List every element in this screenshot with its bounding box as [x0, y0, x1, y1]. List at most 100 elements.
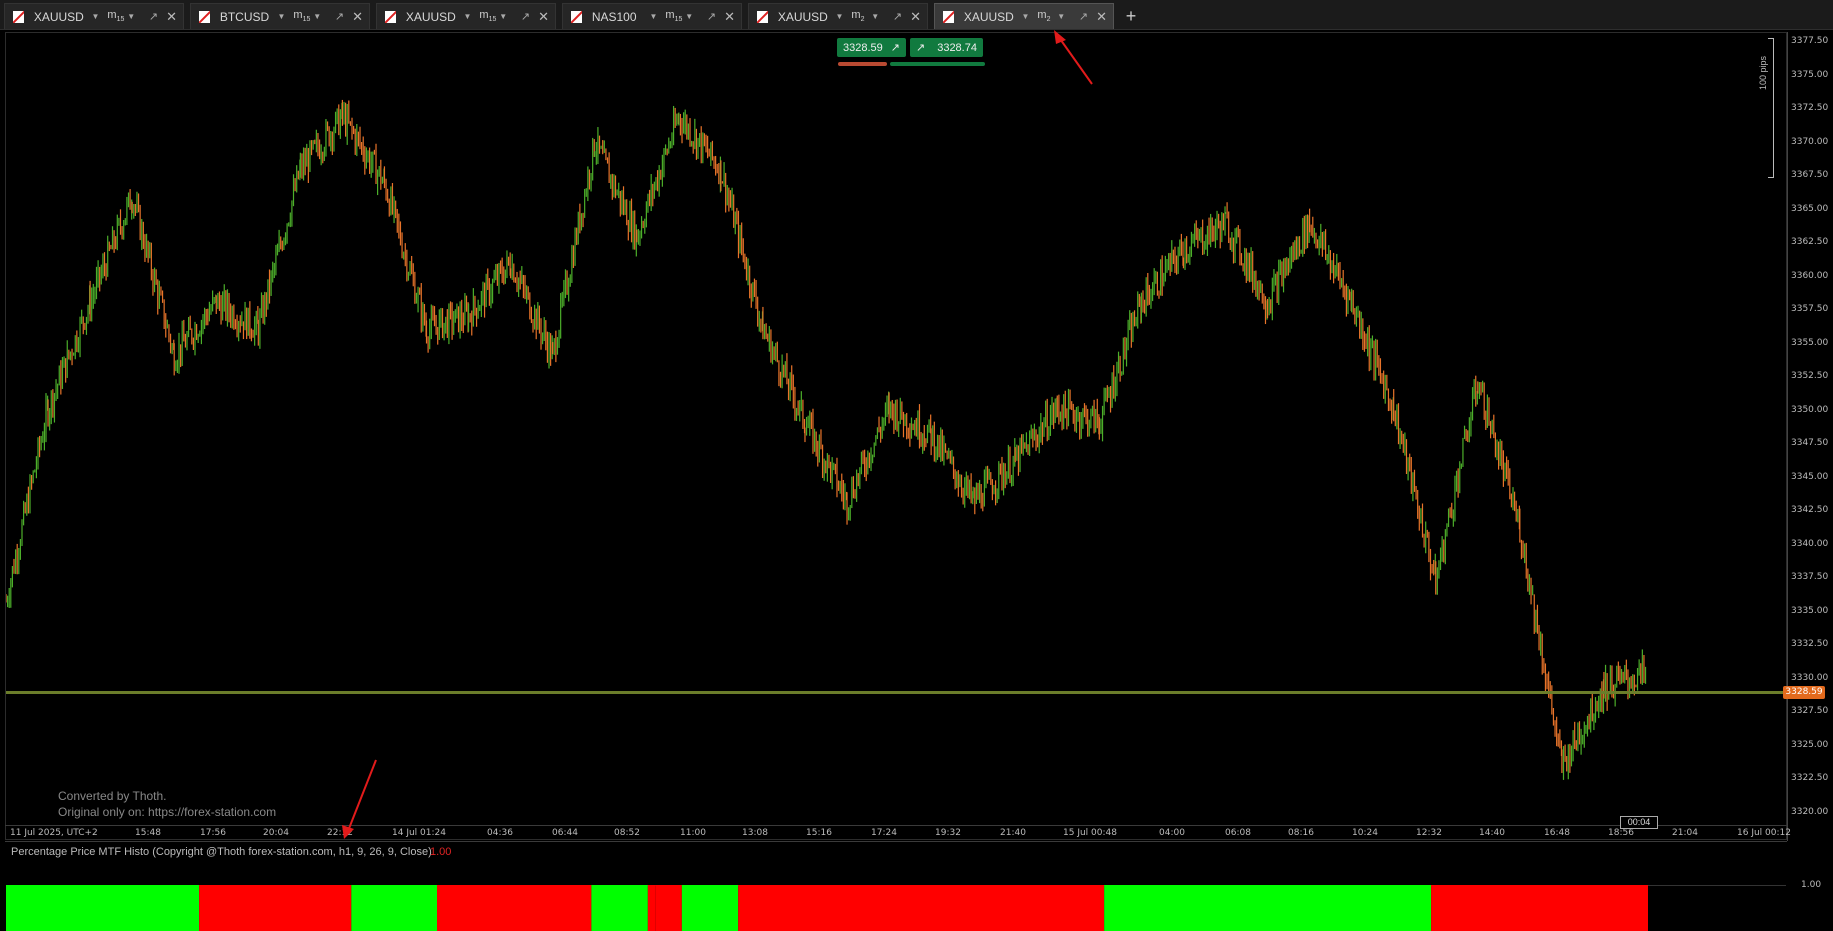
detach-icon[interactable]: ↗ [707, 10, 716, 23]
price-tick-label: 3377.50 [1791, 36, 1829, 46]
symbol-flag-icon [757, 10, 768, 23]
detach-icon[interactable]: ↗ [893, 10, 902, 23]
tab-symbol: XAUUSD [963, 9, 1014, 24]
close-icon[interactable]: ✕ [724, 9, 735, 25]
timeframe-dropdown-icon[interactable]: ▼ [499, 12, 521, 21]
timeframe-unit: m [665, 9, 675, 22]
histogram-bar [1431, 885, 1648, 931]
indicator-title[interactable]: Percentage Price MTF Histo (Copyright @T… [11, 846, 432, 858]
time-tick-label: 14 Jul 01:24 [392, 828, 446, 838]
timeframe-value: 15 [302, 16, 311, 24]
symbol-dropdown-icon[interactable]: ▼ [278, 12, 286, 21]
chart-tab[interactable]: XAUUSD ▼ m2 ▼ ↗ ✕ [748, 3, 928, 29]
time-tick-label: 21:40 [1000, 828, 1026, 838]
time-tick-label: 19:32 [935, 828, 961, 838]
watermark-line-1: Converted by Thoth. [58, 789, 167, 803]
timeframe-value: 15 [674, 16, 683, 24]
detach-icon[interactable]: ↗ [1079, 10, 1088, 23]
time-tick-label: 16 Jul 00:12 [1737, 828, 1791, 838]
sell-volume-bar [838, 62, 887, 66]
symbol-dropdown-icon[interactable]: ▼ [650, 12, 658, 21]
histogram-bar [591, 885, 648, 931]
tab-symbol: XAUUSD [777, 9, 828, 24]
detach-icon[interactable]: ↗ [335, 10, 344, 23]
timeframe-dropdown-icon[interactable]: ▼ [685, 12, 707, 21]
price-tick-label: 3340.00 [1791, 538, 1829, 549]
price-tick-label: 3342.50 [1791, 505, 1829, 515]
price-tick-label: 3330.00 [1791, 672, 1829, 683]
close-icon[interactable]: ✕ [166, 9, 177, 25]
close-icon[interactable]: ✕ [352, 9, 363, 25]
chart-tab[interactable]: BTCUSD ▼ m15 ▼ ↗ ✕ [190, 3, 370, 29]
sell-button[interactable]: 3328.59 ↗ [837, 38, 906, 57]
histogram-bar [681, 885, 739, 931]
symbol-flag-icon [571, 10, 582, 23]
indicator-histogram [6, 885, 1648, 931]
symbol-dropdown-icon[interactable]: ▼ [92, 12, 100, 21]
chart-tab[interactable]: XAUUSD ▼ m15 ▼ ↗ ✕ [4, 3, 184, 29]
price-tick-label: 3362.50 [1791, 237, 1829, 247]
tab-timeframe[interactable]: m15 [107, 9, 127, 23]
chart-tab[interactable]: XAUUSD ▼ m2 ▼ ↗ ✕ [934, 3, 1114, 29]
timeframe-unit: m [1037, 9, 1047, 22]
timeframe-dropdown-icon[interactable]: ▼ [871, 12, 893, 21]
time-tick-label: 08:16 [1288, 828, 1314, 838]
detach-icon[interactable]: ↗ [149, 10, 158, 23]
price-chart-svg [6, 99, 1786, 780]
timeframe-dropdown-icon[interactable]: ▼ [127, 12, 149, 21]
price-chart-area[interactable] [6, 33, 1786, 825]
histogram-bar [351, 885, 438, 931]
symbol-dropdown-icon[interactable]: ▼ [1022, 12, 1030, 21]
time-tick-label: 04:00 [1159, 828, 1185, 838]
time-tick-label: 08:52 [614, 828, 640, 838]
price-tick-label: 3347.50 [1791, 438, 1829, 448]
tab-timeframe[interactable]: m2 [1037, 9, 1057, 23]
symbol-dropdown-icon[interactable]: ▼ [836, 12, 844, 21]
tab-symbol: BTCUSD [219, 9, 270, 24]
new-tab-button[interactable]: + [1116, 3, 1146, 29]
buy-button[interactable]: ↗ 3328.74 [909, 38, 983, 57]
price-tick-label: 3325.00 [1791, 739, 1829, 750]
symbol-dropdown-icon[interactable]: ▼ [464, 12, 472, 21]
detach-icon[interactable]: ↗ [521, 10, 530, 23]
tab-timeframe[interactable]: m15 [479, 9, 499, 23]
tab-timeframe[interactable]: m15 [665, 9, 685, 23]
tab-symbol: XAUUSD [33, 9, 84, 24]
timeframe-value: 15 [116, 16, 125, 24]
histogram-bar [199, 885, 352, 931]
tab-timeframe[interactable]: m2 [851, 9, 871, 23]
time-tick-label: 12:32 [1416, 828, 1442, 838]
timeframe-value: 2 [860, 16, 865, 24]
annotation-arrow-time [342, 759, 377, 839]
time-tick-label: 15 Jul 00:48 [1063, 828, 1117, 838]
time-tick-label: 11:00 [680, 828, 706, 838]
timeframe-dropdown-icon[interactable]: ▼ [1057, 12, 1079, 21]
indicator-axis-label: 1.00 [1801, 880, 1822, 890]
time-tick-label: 20:04 [263, 828, 289, 838]
annotation-arrow-timeframe [1054, 30, 1093, 85]
close-icon[interactable]: ✕ [1096, 9, 1107, 25]
tab-symbol: NAS100 [591, 9, 637, 24]
time-tick-label: 21:04 [1672, 828, 1698, 838]
close-icon[interactable]: ✕ [910, 9, 921, 25]
chart-tab[interactable]: NAS100 ▼ m15 ▼ ↗ ✕ [562, 3, 742, 29]
time-tick-label: 15:48 [135, 828, 161, 838]
histogram-bar [437, 885, 592, 931]
timeframe-value: 15 [488, 16, 497, 24]
arrow-up-right-icon: ↗ [915, 42, 926, 54]
time-tick-label: 16:48 [1544, 828, 1570, 838]
close-icon[interactable]: ✕ [538, 9, 549, 25]
timeframe-unit: m [293, 9, 303, 22]
chart-tab[interactable]: XAUUSD ▼ m15 ▼ ↗ ✕ [376, 3, 556, 29]
time-tick-label: 14:40 [1479, 828, 1505, 838]
price-tick-label: 3327.50 [1791, 706, 1829, 716]
symbol-flag-icon [199, 10, 210, 23]
price-tick-label: 3337.50 [1791, 572, 1829, 582]
timeframe-unit: m [479, 9, 489, 22]
timeframe-dropdown-icon[interactable]: ▼ [313, 12, 335, 21]
price-tick-label: 3345.00 [1791, 471, 1829, 482]
bar-countdown: 00:04 [1620, 816, 1658, 829]
symbol-flag-icon [385, 10, 396, 23]
time-tick-label: 06:44 [552, 828, 578, 838]
tab-timeframe[interactable]: m15 [293, 9, 313, 23]
